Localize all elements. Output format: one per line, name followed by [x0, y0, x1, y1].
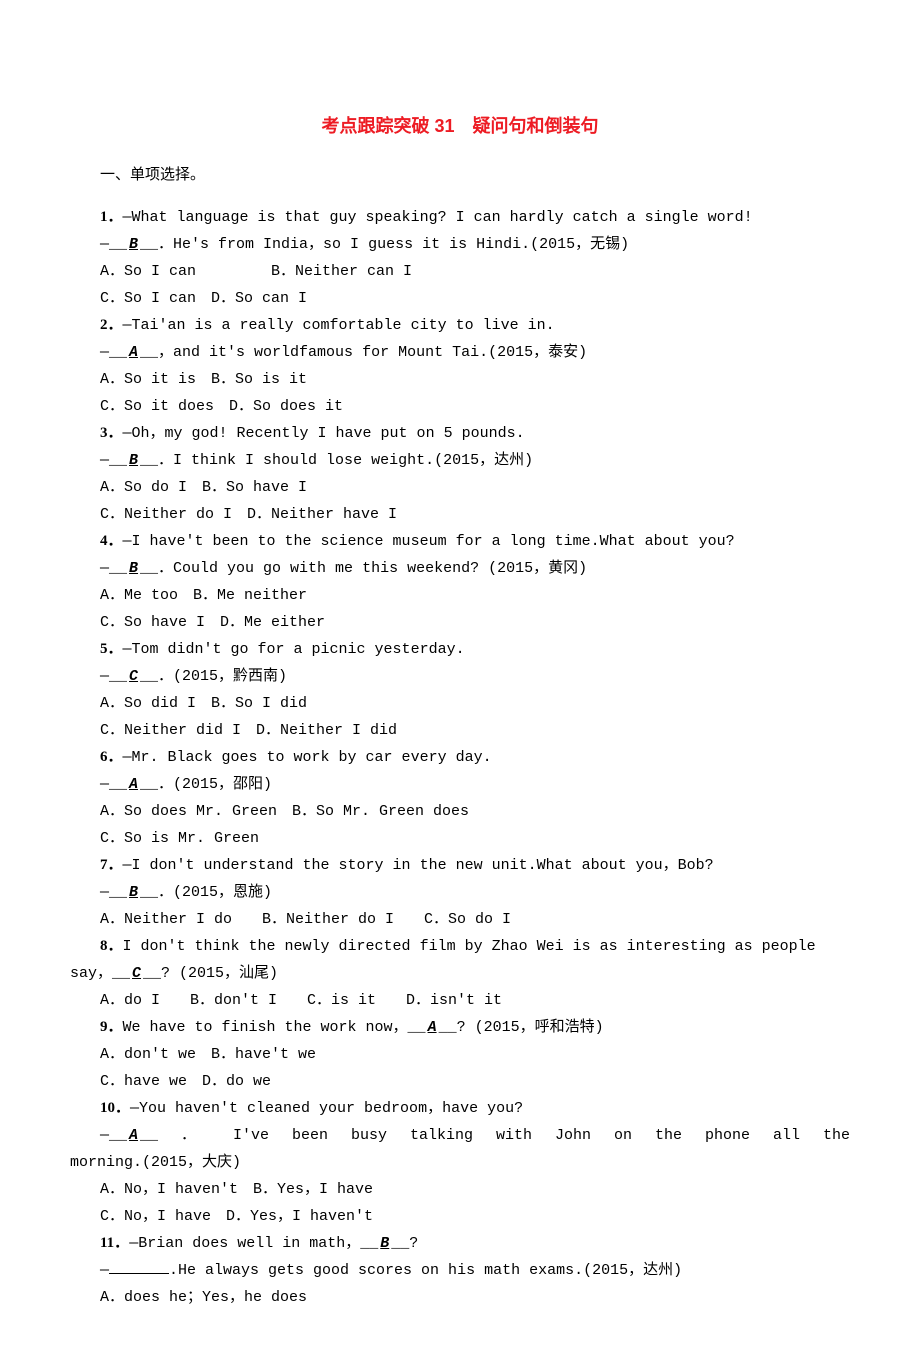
q4-options-2: C．So have I D．Me either — [70, 609, 850, 636]
qnum-4: 4． — [100, 533, 123, 549]
q2-options-1: A．So it is B．So is it — [70, 366, 850, 393]
q9-answer: A — [426, 1019, 439, 1036]
q11-post: __? — [391, 1235, 418, 1252]
question-9-line1: 9．We have to finish the work now，__A__? … — [70, 1014, 850, 1041]
q1-after: __．He's from India，so I guess it is Hind… — [140, 236, 629, 253]
question-10-line3: morning.(2015，大庆) — [70, 1149, 850, 1176]
q3-dash: —__ — [100, 452, 127, 469]
q1-dash: —__ — [100, 236, 127, 253]
question-1-line2: —__B__．He's from India，so I guess it is … — [70, 231, 850, 258]
qnum-7: 7． — [100, 857, 123, 873]
q5-dash: —__ — [100, 668, 127, 685]
question-10-line2: —__A__ ． I've been busy talking with Joh… — [70, 1122, 850, 1149]
q6-text: —Mr. Black goes to work by car every day… — [123, 749, 492, 766]
question-5-line1: 5．—Tom didn't go for a picnic yesterday. — [70, 636, 850, 663]
q11-answer: B — [378, 1235, 391, 1252]
q11-pre: —Brian does well in math，__ — [129, 1235, 378, 1252]
q5-answer: C — [127, 668, 140, 685]
question-10-line1: 10．—You haven't cleaned your bedroom，hav… — [70, 1095, 850, 1122]
q8-post: __? (2015，汕尾) — [143, 965, 278, 982]
q2-after: __，and it's world­famous for Mount Tai.(… — [140, 344, 587, 361]
q9-pre: We have to finish the work now，__ — [123, 1019, 426, 1036]
q5-text: —Tom didn't go for a picnic yesterday. — [123, 641, 465, 658]
q2-options-2: C．So it does D．So does it — [70, 393, 850, 420]
qnum-2: 2． — [100, 317, 123, 333]
q7-after: __．(2015，恩施) — [140, 884, 272, 901]
q3-after: __．I think I should lose weight.(2015，达州… — [140, 452, 533, 469]
q4-answer: B — [127, 560, 140, 577]
question-3-line2: —__B__．I think I should lose weight.(201… — [70, 447, 850, 474]
q5-options-1: A．So did I B．So I did — [70, 690, 850, 717]
q6-options-1: A．So does Mr. Green B．So Mr. Green does — [70, 798, 850, 825]
q1-options-2: C．So I can D．So can I — [70, 285, 850, 312]
q4-dash: —__ — [100, 560, 127, 577]
q1-options-1: A．So I can B．Neither can I — [70, 258, 850, 285]
q1-answer: B — [127, 236, 140, 253]
question-2-line1: 2．—Tai'an is a really comfortable city t… — [70, 312, 850, 339]
q6-after: __．(2015，邵阳) — [140, 776, 272, 793]
blank-fill — [109, 1258, 169, 1274]
qnum-3: 3． — [100, 425, 123, 441]
q7-text: —I don't understand the story in the new… — [123, 857, 714, 874]
qnum-1: 1． — [100, 209, 123, 225]
q2-answer: A — [127, 344, 140, 361]
q8-options-1: A．do I B．don't I C．is it D．isn't it — [70, 987, 850, 1014]
q5-after: __．(2015，黔西南) — [140, 668, 287, 685]
q2-text: —Tai'an is a really comfortable city to … — [123, 317, 555, 334]
q10-text: —You haven't cleaned your bedroom，have y… — [130, 1100, 523, 1117]
q7-options-1: A．Neither I do B．Neither do I C．So do I — [70, 906, 850, 933]
q6-dash: —__ — [100, 776, 127, 793]
q10-options-1: A．No，I haven't B．Yes，I have — [70, 1176, 850, 1203]
q11-line2-pre: — — [100, 1262, 109, 1279]
q10-options-2: C．No，I have D．Yes，I haven't — [70, 1203, 850, 1230]
q6-options-2: C．So is Mr. Green — [70, 825, 850, 852]
qnum-10: 10． — [100, 1100, 130, 1116]
qnum-11: 11． — [100, 1235, 129, 1251]
page-title: 考点跟踪突破 31 疑问句和倒装句 — [70, 110, 850, 142]
qnum-9: 9． — [100, 1019, 123, 1035]
q10-answer: A — [127, 1127, 140, 1144]
q5-options-2: C．Neither did I D．Neither I did — [70, 717, 850, 744]
section-head: 一、单项选择。 — [70, 162, 850, 189]
question-6-line2: —__A__．(2015，邵阳) — [70, 771, 850, 798]
q11-line2-post: .He always gets good scores on his math … — [169, 1262, 682, 1279]
q9-post: __? (2015，呼和浩特) — [439, 1019, 604, 1036]
q10-dash: —__ — [100, 1127, 127, 1144]
q11-options-1: A．does he；Yes，he does — [70, 1284, 850, 1311]
question-5-line2: —__C__．(2015，黔西南) — [70, 663, 850, 690]
question-4-line2: —__B__．Could you go with me this weekend… — [70, 555, 850, 582]
q7-dash: —__ — [100, 884, 127, 901]
qnum-6: 6． — [100, 749, 123, 765]
q3-options-1: A．So do I B．So have I — [70, 474, 850, 501]
q4-after: __．Could you go with me this weekend? (2… — [140, 560, 587, 577]
question-4-line1: 4．—I have't been to the science museum f… — [70, 528, 850, 555]
q9-options-2: C．have we D．do we — [70, 1068, 850, 1095]
question-11-line1: 11．—Brian does well in math，__B__? — [70, 1230, 850, 1257]
q7-answer: B — [127, 884, 140, 901]
question-6-line1: 6．—Mr. Black goes to work by car every d… — [70, 744, 850, 771]
q3-options-2: C．Neither do I D．Neither have I — [70, 501, 850, 528]
q8-answer: C — [130, 965, 143, 982]
q9-options-1: A．don't we B．have't we — [70, 1041, 850, 1068]
qnum-8: 8． — [100, 938, 123, 954]
qnum-5: 5． — [100, 641, 123, 657]
question-11-line2: — .He always gets good scores on his math… — [70, 1257, 850, 1284]
q10-after-a: __ ． I've been busy talking with John on… — [140, 1127, 850, 1144]
q1-text: —What language is that guy speaking? I c… — [123, 209, 753, 226]
q6-answer: A — [127, 776, 140, 793]
question-7-line1: 7．—I don't understand the story in the n… — [70, 852, 850, 879]
q2-dash: —__ — [100, 344, 127, 361]
question-3-line1: 3．—Oh，my god! Recently I have put on 5 p… — [70, 420, 850, 447]
question-2-line2: —__A__，and it's world­famous for Mount T… — [70, 339, 850, 366]
q3-answer: B — [127, 452, 140, 469]
q4-options-1: A．Me too B．Me neither — [70, 582, 850, 609]
question-7-line2: —__B__．(2015，恩施) — [70, 879, 850, 906]
question-8-line1: 8．I don't think the newly directed film … — [70, 933, 850, 987]
question-1-line1: 1．—What language is that guy speaking? I… — [70, 204, 850, 231]
q3-text: —Oh，my god! Recently I have put on 5 pou… — [123, 425, 525, 442]
q4-text: —I have't been to the science museum for… — [123, 533, 735, 550]
